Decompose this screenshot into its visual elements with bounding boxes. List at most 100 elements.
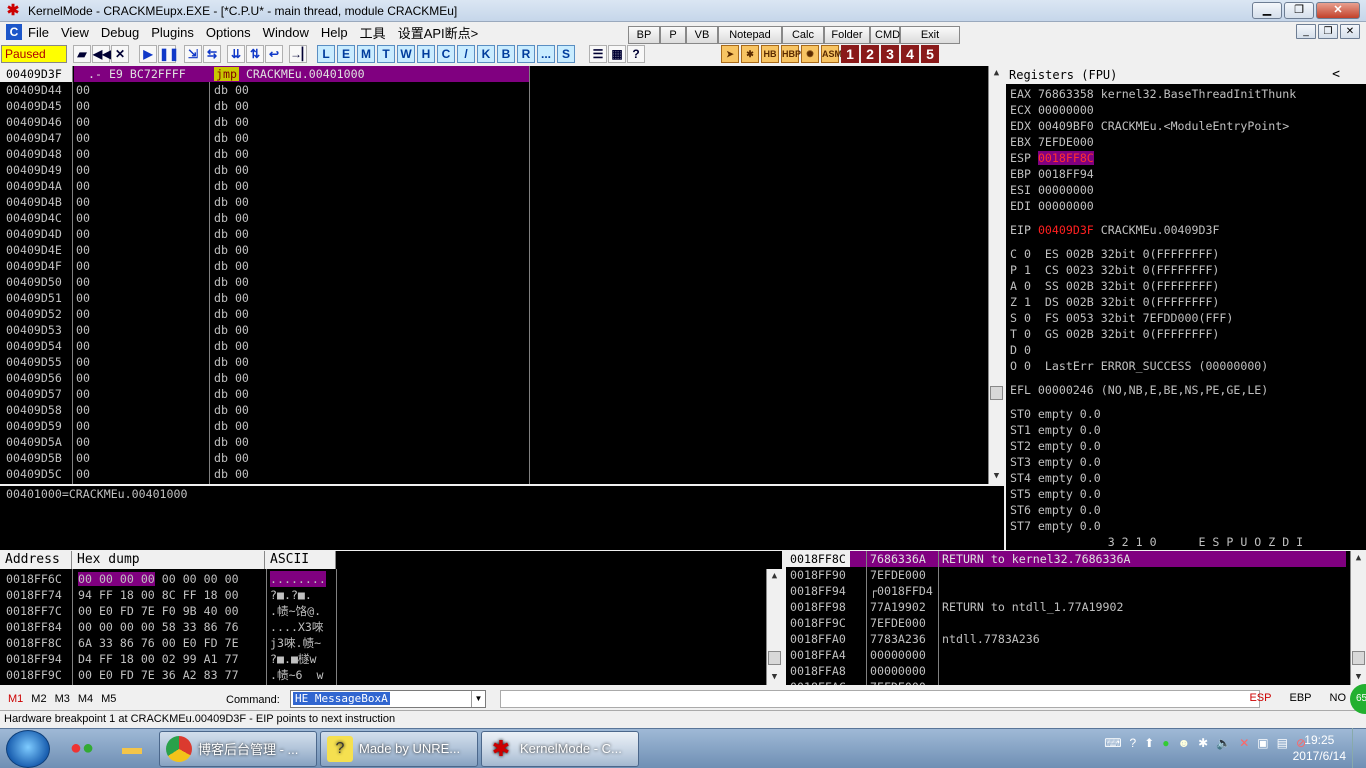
dump-scroll-down-icon[interactable]: ▼ xyxy=(767,670,782,685)
disassembly-pane[interactable]: 00409D3F .- E9 BC72FFFF jmp CRACKMEu.00401… xyxy=(0,66,1004,484)
fpu-register[interactable]: ST7 empty 0.0 xyxy=(1010,518,1108,534)
breakpoints-window-button[interactable]: B xyxy=(497,45,515,63)
windows-window-button[interactable]: W xyxy=(397,45,415,63)
register-ebp[interactable]: EBP 0018FF94 xyxy=(1010,166,1108,182)
disasm-row[interactable]: 00409D54 00 db 00 xyxy=(0,338,988,354)
trace-over-icon[interactable]: ⇅ xyxy=(246,45,264,63)
register-eax[interactable]: EAX 76863358 kernel32.BaseThreadInitThun… xyxy=(1010,86,1303,102)
patches-window-button[interactable]: / xyxy=(457,45,475,63)
disasm-row[interactable]: 00409D5C 00 db 00 xyxy=(0,466,988,482)
cmd-button[interactable]: CMD xyxy=(870,26,900,44)
mark-m5[interactable]: M5 xyxy=(101,693,116,705)
stack-scroll-up-icon[interactable]: ▲ xyxy=(1351,551,1366,566)
green-app-icon[interactable]: ● xyxy=(1162,736,1169,750)
exit-button[interactable]: Exit xyxy=(900,26,960,44)
maximize-button[interactable]: ❐ xyxy=(1284,2,1314,19)
register-edi[interactable]: EDI 00000000 xyxy=(1010,198,1108,214)
plugin-arrows-icon[interactable]: ➤ xyxy=(721,45,739,63)
flag-row[interactable]: Z 1 DS 002B 32bit 0(FFFFFFFF) xyxy=(1010,294,1226,310)
dump-header-hex[interactable]: Hex dump xyxy=(72,551,265,569)
dump-row[interactable]: 0018FF6C 00 00 00 00 00 00 00 00........ xyxy=(0,571,760,587)
cpu-window-icon[interactable]: C xyxy=(6,24,22,40)
registers-pane[interactable]: Registers (FPU) < EAX 76863358 kernel32.B… xyxy=(1006,66,1366,550)
fpu-register[interactable]: ST2 empty 0.0 xyxy=(1010,438,1108,454)
menu-tools[interactable]: 工具 xyxy=(354,23,392,42)
reg-mark-no[interactable]: NO xyxy=(1330,692,1347,704)
start-button[interactable] xyxy=(6,729,50,768)
menu-debug[interactable]: Debug xyxy=(95,25,145,40)
register-edx[interactable]: EDX 00409BF0 CRACKMEu.<ModuleEntryPoint> xyxy=(1010,118,1296,134)
pause-icon[interactable]: ❚❚ xyxy=(158,45,179,63)
bluetooth-icon[interactable]: ✱ xyxy=(1198,736,1208,750)
plugin-hbp-icon[interactable]: HBP xyxy=(781,45,801,63)
plugin-3-button[interactable]: 3 xyxy=(881,45,899,63)
fpu-register[interactable]: ST0 empty 0.0 xyxy=(1010,406,1108,422)
volume-icon[interactable]: 🔈 xyxy=(1216,736,1231,750)
keyboard-icon[interactable]: ⌨ xyxy=(1104,736,1121,750)
trace-into-icon[interactable]: ⇊ xyxy=(227,45,245,63)
disasm-row[interactable]: 00409D49 00 db 00 xyxy=(0,162,988,178)
folder-button[interactable]: Folder xyxy=(824,26,870,44)
display-icon[interactable]: ▤ xyxy=(1277,736,1288,750)
stack-scrollbar[interactable]: ▲ ▼ xyxy=(1350,551,1366,685)
disasm-row[interactable]: 00409D46 00 db 00 xyxy=(0,114,988,130)
taskbar-chrome[interactable]: 博客后台管理 - ... xyxy=(159,730,317,767)
grid-icon[interactable]: ▦ xyxy=(608,45,626,63)
qq-icon[interactable]: ☻ xyxy=(1178,736,1191,750)
disasm-row[interactable]: 00409D47 00 db 00 xyxy=(0,130,988,146)
calc-button[interactable]: Calc xyxy=(782,26,824,44)
fpu-register[interactable]: ST3 empty 0.0 xyxy=(1010,454,1108,470)
disasm-row[interactable]: 00409D45 00 db 00 xyxy=(0,98,988,114)
fpu-register[interactable]: ST4 empty 0.0 xyxy=(1010,470,1108,486)
disasm-row[interactable]: 00409D57 00 db 00 xyxy=(0,386,988,402)
close-program-icon[interactable]: ✕ xyxy=(111,45,129,63)
disassembly-scrollbar[interactable]: ▲ ▼ xyxy=(988,66,1004,484)
register-ebx[interactable]: EBX 7EFDE000 xyxy=(1010,134,1108,150)
flag-row[interactable]: P 1 CS 0023 32bit 0(FFFFFFFF) xyxy=(1010,262,1226,278)
disasm-row[interactable]: 00409D52 00 db 00 xyxy=(0,306,988,322)
flag-row[interactable]: O 0 LastErr ERROR_SUCCESS (00000000) xyxy=(1010,358,1275,374)
stack-row[interactable]: 0018FF94 ┌0018FFD4 xyxy=(786,583,1346,599)
log-window-button[interactable]: L xyxy=(317,45,335,63)
stack-pane[interactable]: 0018FF8C 7686336A RETURN to kernel32.76863… xyxy=(786,551,1366,685)
help-icon[interactable]: ? xyxy=(627,45,645,63)
stack-row[interactable]: 0018FF98 77A19902 RETURN to ntdll_1.77A199… xyxy=(786,599,1346,615)
step-into-icon[interactable]: ⇲ xyxy=(184,45,202,63)
quicklaunch-app-icon[interactable]: ● ● xyxy=(58,731,106,767)
call-stack-window-button[interactable]: K xyxy=(477,45,495,63)
hex-dump-pane[interactable]: Address Hex dump ASCII 0018FF6C 00 00 00 … xyxy=(0,551,782,685)
disasm-row[interactable]: 00409D4A 00 db 00 xyxy=(0,178,988,194)
cpu-window-button[interactable]: C xyxy=(437,45,455,63)
plugin-4-button[interactable]: 4 xyxy=(901,45,919,63)
flag-row[interactable]: A 0 SS 002B 32bit 0(FFFFFFFF) xyxy=(1010,278,1226,294)
mdi-minimize-button[interactable]: _ xyxy=(1296,24,1316,39)
reg-mark-ebp[interactable]: EBP xyxy=(1289,692,1311,704)
menu-file[interactable]: File xyxy=(22,25,55,40)
stack-row[interactable]: 0018FF8C 7686336A RETURN to kernel32.76863… xyxy=(786,551,1346,567)
source-window-button[interactable]: S xyxy=(557,45,575,63)
mark-m3[interactable]: M3 xyxy=(55,693,70,705)
stack-row[interactable]: 0018FFA0 7783A236 ntdll.7783A236 xyxy=(786,631,1346,647)
disasm-row[interactable]: 00409D4E 00 db 00 xyxy=(0,242,988,258)
dump-header-ascii[interactable]: ASCII xyxy=(265,551,336,569)
flag-row[interactable]: C 0 ES 002B 32bit 0(FFFFFFFF) xyxy=(1010,246,1226,262)
plugin-star-icon[interactable]: ✱ xyxy=(741,45,759,63)
mdi-restore-button[interactable]: ❐ xyxy=(1318,24,1338,39)
plugin-1-button[interactable]: 1 xyxy=(841,45,859,63)
plugin-gear-icon[interactable]: ✺ xyxy=(801,45,819,63)
command-input[interactable]: HE MessageBoxA ▼ xyxy=(290,690,486,708)
dump-row[interactable]: 0018FF84 00 00 00 00 58 33 86 76 ....X3唻 xyxy=(0,619,760,635)
mdi-close-button[interactable]: ✕ xyxy=(1340,24,1360,39)
disasm-row[interactable]: 00409D58 00 db 00 xyxy=(0,402,988,418)
run-trace-window-button[interactable]: ... xyxy=(537,45,555,63)
fpu-register[interactable]: ST6 empty 0.0 xyxy=(1010,502,1108,518)
register-eip[interactable]: EIP 00409D3F CRACKMEu.00409D3F xyxy=(1010,222,1226,238)
threads-window-button[interactable]: T xyxy=(377,45,395,63)
stack-row[interactable]: 0018FFA8 00000000 xyxy=(786,663,1346,679)
disasm-row[interactable]: 00409D55 00 db 00 xyxy=(0,354,988,370)
dump-header-address[interactable]: Address xyxy=(0,551,72,569)
menu-help[interactable]: Help xyxy=(315,25,354,40)
notepad-button[interactable]: Notepad xyxy=(718,26,782,44)
handles-window-button[interactable]: H xyxy=(417,45,435,63)
eflags-row[interactable]: EFL 00000246 (NO,NB,E,BE,NS,PE,GE,LE) xyxy=(1010,382,1275,398)
